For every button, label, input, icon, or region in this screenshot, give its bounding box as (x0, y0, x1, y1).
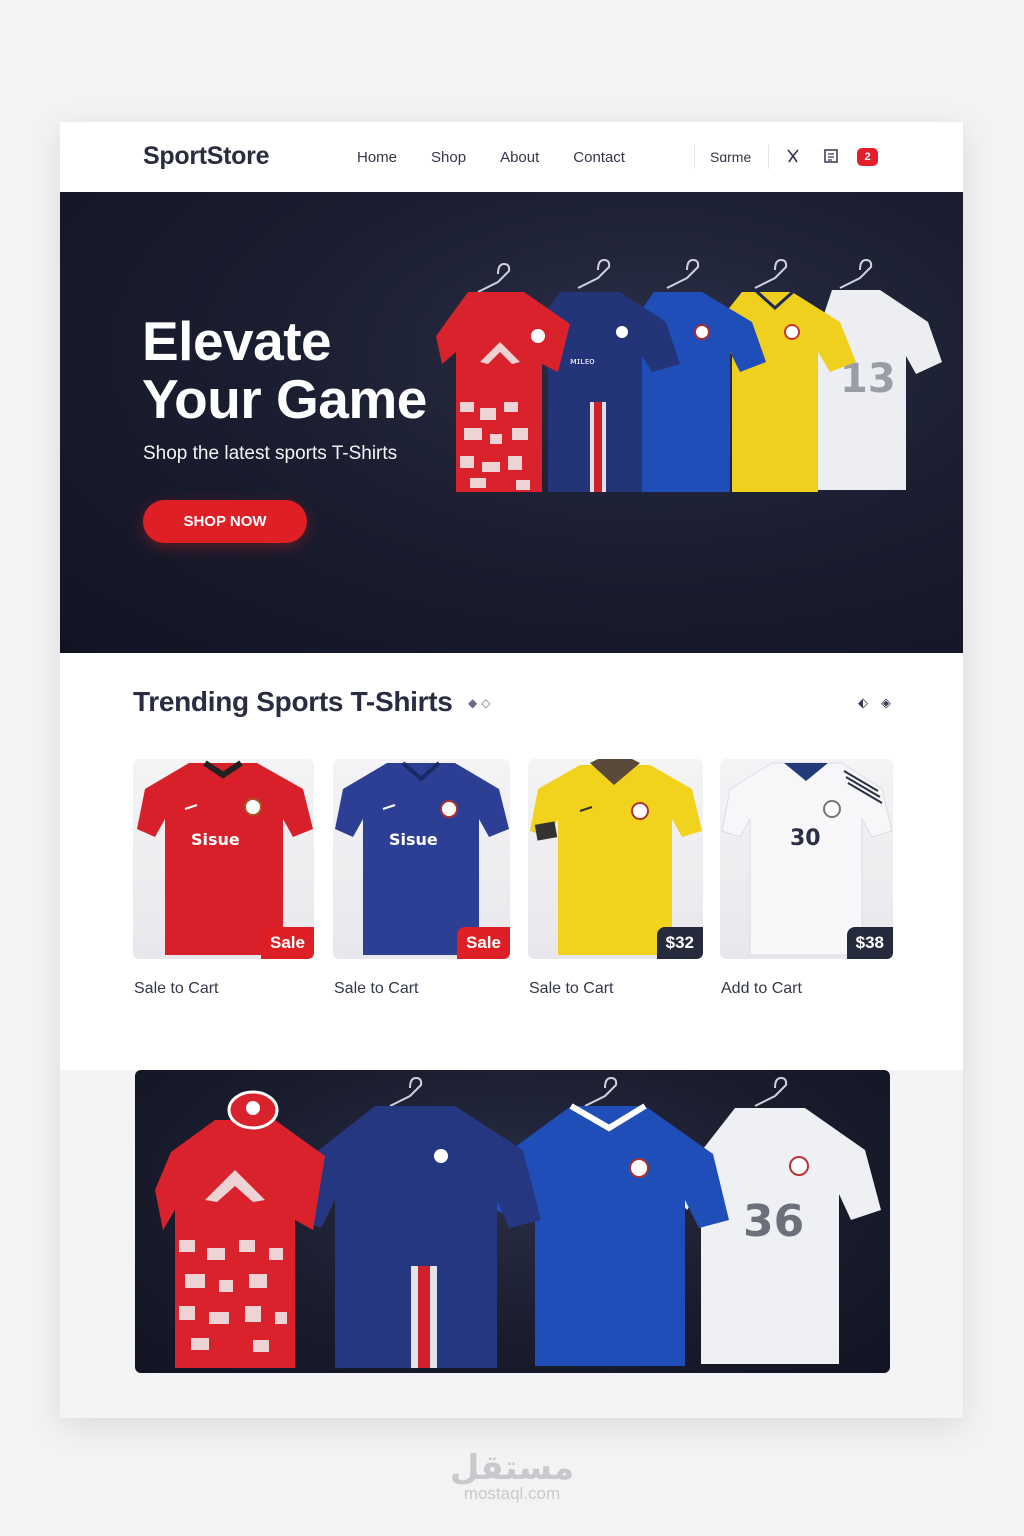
header-divider (694, 145, 695, 169)
svg-text:Sisue: Sisue (389, 830, 438, 849)
title-decoration-icon: ◆◇ (468, 696, 495, 710)
section-title: Trending Sports T-Shirts (133, 686, 453, 717)
header-divider (768, 145, 769, 169)
shop-now-button[interactable]: SHOP NOW (143, 500, 307, 543)
badge-label: Sale (466, 933, 501, 952)
search-link[interactable]: Sɑrme (710, 149, 751, 165)
user-icon[interactable] (783, 146, 803, 166)
price-badge: $38 (846, 927, 893, 959)
product-card[interactable]: Sisue Sale (333, 759, 510, 959)
sale-badge: Sale (261, 927, 314, 959)
promo-banner[interactable]: 36 (135, 1070, 890, 1373)
cart-icon[interactable]: 2 (857, 148, 878, 166)
watermark-url: mostaql.com (463, 1484, 561, 1503)
svg-text:30: 30 (790, 826, 821, 851)
add-to-cart-link[interactable]: Sale to Cart (529, 980, 613, 998)
price-badge: $32 (656, 927, 703, 959)
hero-banner: Elevate Your Game Shop the latest sports… (60, 192, 963, 653)
prev-arrow-icon[interactable]: ⬖ (854, 694, 872, 712)
brand-logo[interactable]: SportStore (143, 142, 269, 171)
site-header: SportStore Home Shop About Contact Sɑrme… (60, 122, 963, 192)
add-to-cart-link[interactable]: Add to Cart (721, 980, 802, 998)
nav-about[interactable]: About (500, 149, 539, 166)
main-nav: Home Shop About Contact (357, 149, 659, 166)
product-card[interactable]: Sisue Sale (133, 759, 314, 959)
svg-text:36: 36 (743, 1196, 804, 1247)
watermark-logo: مستقل (449, 1449, 575, 1487)
nav-home[interactable]: Home (357, 149, 397, 166)
svg-text:Sisue: Sisue (191, 830, 240, 849)
add-to-cart-link[interactable]: Sale to Cart (134, 980, 218, 998)
next-arrow-icon[interactable]: ◈ (877, 694, 895, 712)
svg-text:ᴍɪʟᴇᴏ: ᴍɪʟᴇᴏ (570, 357, 595, 367)
badge-label: $32 (665, 933, 694, 952)
banner-shirts-image: 36 (155, 1076, 881, 1368)
wishlist-icon[interactable] (821, 146, 841, 166)
sale-badge: Sale (457, 927, 510, 959)
hero-subtitle: Shop the latest sports T-Shirts (143, 443, 398, 464)
nav-shop[interactable]: Shop (431, 149, 466, 166)
badge-label: $38 (855, 933, 884, 952)
hero-shirts-image: 13 ᴍɪʟᴇᴏ (436, 258, 942, 492)
product-card[interactable]: 30 $38 (720, 759, 893, 959)
badge-label: Sale (270, 933, 305, 952)
nav-contact[interactable]: Contact (573, 149, 625, 166)
add-to-cart-link[interactable]: Sale to Cart (334, 980, 418, 998)
store-page: SportStore Home Shop About Contact Sɑrme… (60, 122, 963, 1418)
product-card[interactable]: $32 (528, 759, 703, 959)
